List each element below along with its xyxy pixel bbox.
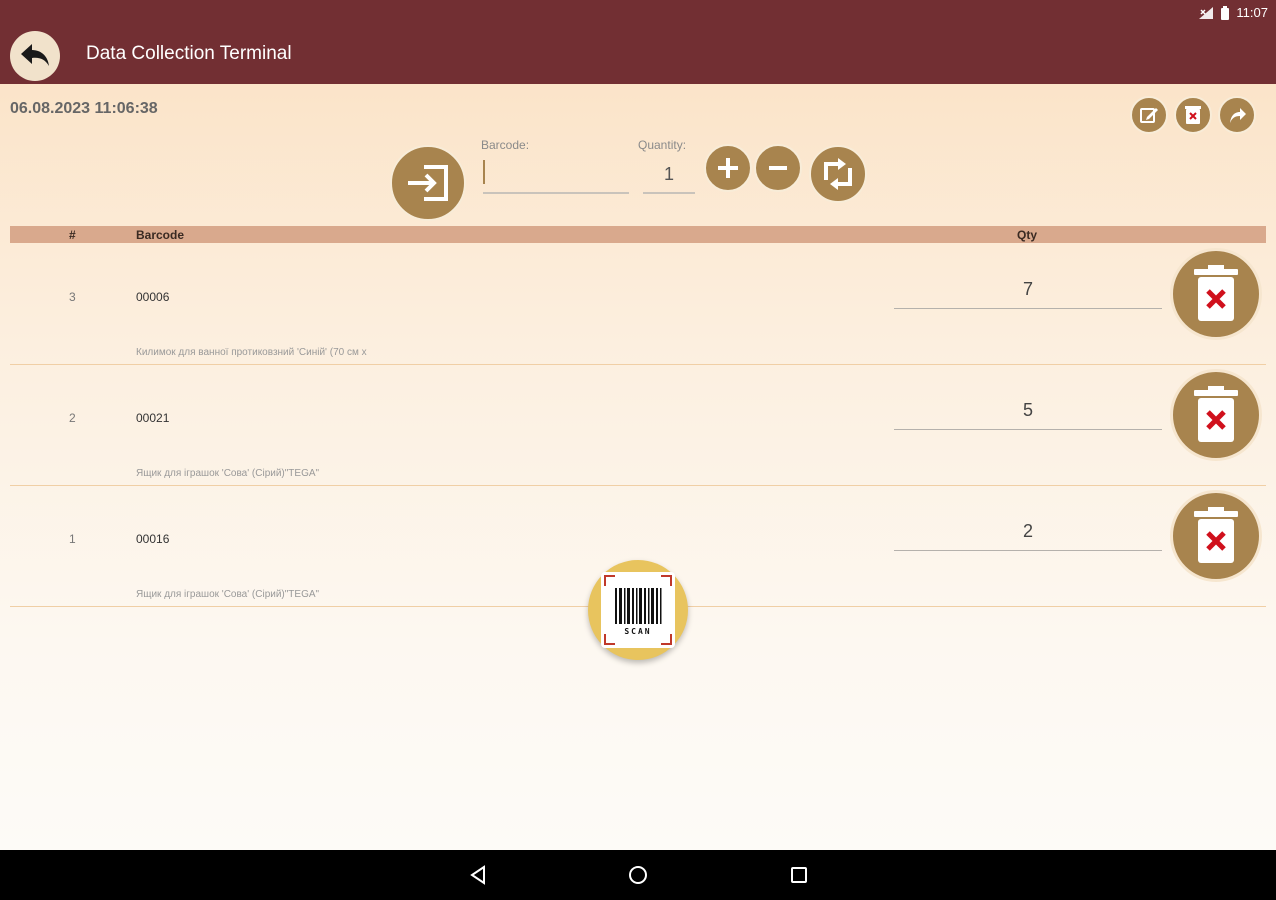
- nav-home-icon: [629, 866, 647, 884]
- delete-row-button[interactable]: [1170, 369, 1262, 461]
- delete-document-icon: [1185, 106, 1201, 124]
- nav-home-button[interactable]: [625, 862, 651, 888]
- scan-label: SCAN: [624, 627, 652, 636]
- trash-icon: [1194, 386, 1238, 442]
- delete-row-button[interactable]: [1170, 248, 1262, 340]
- swap-icon: [824, 158, 852, 190]
- swap-button[interactable]: [809, 145, 867, 203]
- status-bar: 11:07: [0, 0, 1276, 26]
- row-qty-field[interactable]: 2: [894, 516, 1162, 551]
- trash-icon: [1194, 265, 1238, 321]
- app-title: Data Collection Terminal: [86, 43, 292, 64]
- row-barcode: 00021: [136, 411, 170, 425]
- edit-button[interactable]: [1130, 96, 1168, 134]
- plus-icon: [718, 158, 738, 178]
- app-bar: Data Collection Terminal: [0, 26, 1276, 84]
- row-description: Ящик для іграшок 'Сова' (Сірий)"TEGA": [136, 468, 320, 479]
- text-cursor: [483, 160, 485, 184]
- row-barcode: 00016: [136, 532, 170, 546]
- share-icon: [1230, 108, 1246, 123]
- enter-button[interactable]: [390, 145, 466, 221]
- row-qty-field[interactable]: 7: [894, 274, 1162, 309]
- back-arrow-icon: [21, 44, 49, 66]
- row-description: Килимок для ванної протиковзний 'Синій' …: [136, 347, 367, 358]
- status-icons: 11:07: [1198, 5, 1268, 20]
- nav-recents-button[interactable]: [786, 862, 812, 888]
- nav-back-button[interactable]: [465, 862, 491, 888]
- nav-back-icon: [470, 865, 485, 885]
- quantity-input[interactable]: [643, 156, 695, 194]
- row-number: 2: [69, 411, 76, 425]
- share-button[interactable]: [1218, 96, 1256, 134]
- increase-button[interactable]: [704, 144, 752, 192]
- edit-icon: [1140, 108, 1158, 123]
- table-row: 2 00021 Ящик для іграшок 'Сова' (Сірий)"…: [10, 365, 1266, 486]
- row-number: 1: [69, 532, 76, 546]
- barcode-scan-icon: SCAN: [601, 572, 675, 648]
- row-description: Ящик для іграшок 'Сова' (Сірий)"TEGA": [136, 589, 320, 600]
- header-num: #: [69, 228, 76, 242]
- row-number: 3: [69, 290, 76, 304]
- enter-icon: [408, 165, 448, 201]
- minus-icon: [769, 166, 787, 170]
- decrease-button[interactable]: [754, 144, 802, 192]
- quantity-label: Quantity:: [638, 138, 687, 152]
- signal-icon: [1199, 6, 1214, 19]
- trash-icon: [1194, 507, 1238, 563]
- barcode-input[interactable]: [483, 156, 629, 194]
- battery-icon: [1221, 5, 1230, 20]
- navigation-bar: [0, 850, 1276, 900]
- delete-document-button[interactable]: [1174, 96, 1212, 134]
- content-area: 06.08.2023 11:06:38 Barcode: Quantity: 1…: [0, 84, 1276, 850]
- header-qty: Qty: [1017, 228, 1038, 242]
- table-header: # Barcode Qty: [10, 226, 1266, 243]
- delete-row-button[interactable]: [1170, 490, 1262, 582]
- row-qty-field[interactable]: 5: [894, 395, 1162, 430]
- header-barcode: Barcode: [136, 228, 185, 242]
- barcode-label: Barcode:: [481, 138, 530, 152]
- nav-recents-icon: [791, 867, 807, 883]
- table-row: 3 00006 Килимок для ванної протиковзний …: [10, 244, 1266, 365]
- barcode-graphic: [604, 575, 672, 645]
- scan-button[interactable]: SCAN: [588, 560, 688, 660]
- back-button[interactable]: [10, 31, 60, 81]
- status-time: 11:07: [1236, 5, 1268, 20]
- document-timestamp: 06.08.2023 11:06:38: [10, 100, 158, 117]
- row-barcode: 00006: [136, 290, 170, 304]
